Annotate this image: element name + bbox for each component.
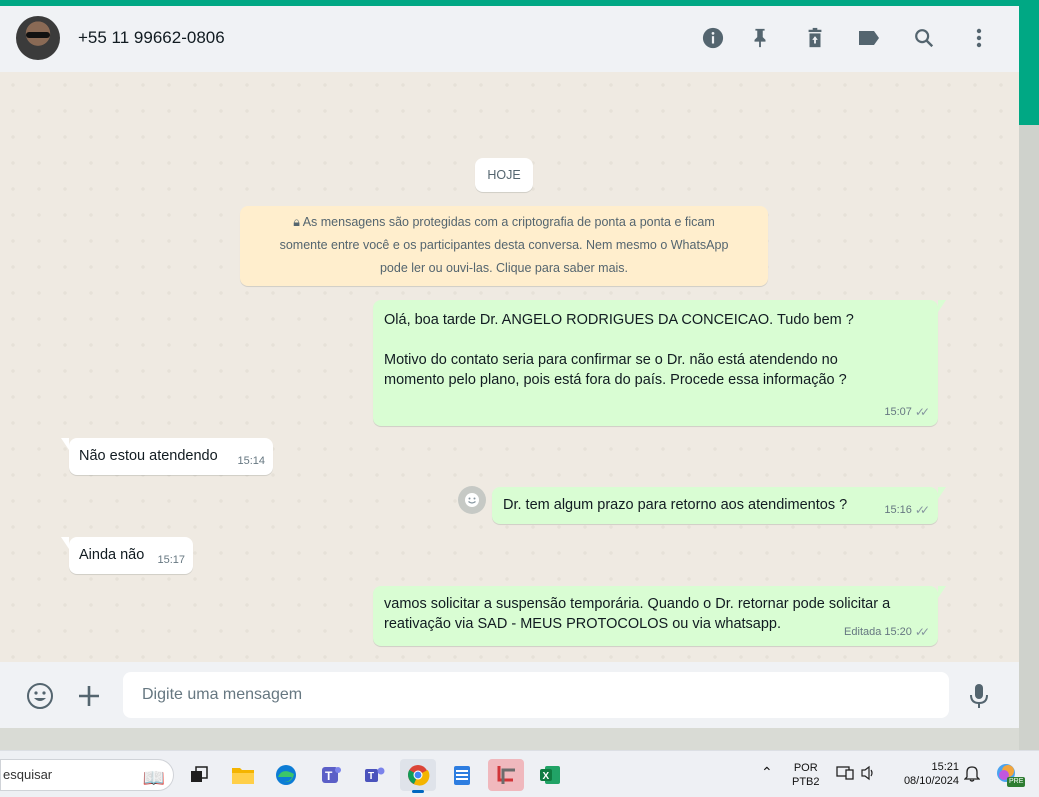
- message-bubble-outgoing[interactable]: Olá, boa tarde Dr. ANGELO RODRIGUES DA C…: [373, 300, 946, 426]
- pin-icon[interactable]: [748, 26, 772, 50]
- tray-overflow-chevron-icon[interactable]: ⌃: [761, 765, 773, 779]
- avatar-glasses: [26, 32, 50, 38]
- language-indicator[interactable]: POR PTB2: [792, 761, 820, 789]
- right-accent-strip: [1019, 0, 1039, 125]
- encryption-line: 🔒︎ As mensagens são protegidas com a cri…: [293, 215, 715, 229]
- message-meta: 15:14: [237, 451, 265, 471]
- notepad-icon[interactable]: [444, 759, 480, 791]
- search-highlight-icon: 📖: [142, 768, 165, 788]
- info-icon[interactable]: [701, 26, 725, 50]
- edge-icon[interactable]: [268, 759, 304, 791]
- message-bubble-incoming[interactable]: Não estou atendendo 15:14: [61, 438, 273, 475]
- contact-name[interactable]: +55 11 99662-0806: [78, 28, 225, 48]
- chat-window: +55 11 99662-0806 HOJE 🔒︎ As mensagens s…: [0, 6, 1019, 728]
- message-bubble-outgoing[interactable]: Dr. tem algum prazo para retorno aos ate…: [492, 487, 946, 524]
- keyboard-layout: PTB2: [792, 776, 820, 788]
- bubble-tail: [938, 487, 946, 499]
- encryption-notice[interactable]: 🔒︎ As mensagens são protegidas com a cri…: [240, 206, 768, 286]
- message-text: Dr. tem algum prazo para retorno aos ate…: [503, 497, 848, 513]
- encryption-line: pode ler ou ouvi-las. Clique para saber …: [379, 261, 629, 275]
- avatar[interactable]: [16, 16, 60, 60]
- chrome-icon[interactable]: [400, 759, 436, 793]
- lock-icon: 🔒︎: [293, 215, 303, 229]
- delete-icon[interactable]: [803, 26, 827, 50]
- bubble-tail: [61, 537, 69, 549]
- svg-text:T: T: [368, 771, 374, 782]
- notification-bell-icon[interactable]: [963, 764, 981, 786]
- right-background: [1019, 125, 1039, 750]
- message-input-box[interactable]: [123, 672, 949, 718]
- teams-classic-icon[interactable]: T: [313, 759, 349, 791]
- message-text: momento pelo plano, pois está fora do pa…: [384, 372, 847, 388]
- message-list[interactable]: HOJE 🔒︎ As mensagens são protegidas com …: [0, 72, 1019, 662]
- chat-header[interactable]: +55 11 99662-0806: [0, 6, 1019, 72]
- taskbar-search-text: esquisar: [3, 767, 53, 782]
- message-text: vamos solicitar a suspensão temporária. …: [384, 596, 891, 612]
- double-check-icon: ✓✓: [914, 405, 930, 419]
- volume-icon[interactable]: [860, 765, 878, 785]
- clock[interactable]: 15:21 08/10/2024: [891, 760, 959, 788]
- encryption-line: somente entre você e os participantes de…: [279, 238, 729, 252]
- message-time: 15:17: [157, 554, 185, 566]
- menu-icon[interactable]: [967, 26, 991, 50]
- message-text: [384, 330, 928, 350]
- message-bubble-incoming[interactable]: Ainda não 15:17: [61, 537, 193, 574]
- message-bubble-outgoing[interactable]: vamos solicitar a suspensão temporária. …: [373, 586, 946, 646]
- microphone-icon[interactable]: [968, 682, 990, 715]
- snipping-tool-icon[interactable]: [488, 759, 524, 791]
- day-separator: HOJE: [475, 158, 533, 192]
- excel-icon[interactable]: X: [532, 759, 568, 791]
- emoji-icon[interactable]: [26, 682, 54, 715]
- bubble-tail: [938, 586, 946, 598]
- language-code: POR: [793, 762, 818, 774]
- react-emoji-icon[interactable]: [458, 486, 486, 514]
- network-icon[interactable]: [836, 765, 854, 785]
- label-icon[interactable]: [857, 26, 881, 50]
- edited-label: Editada: [844, 626, 882, 638]
- compose-bar: [0, 662, 1019, 728]
- file-explorer-icon[interactable]: [225, 759, 261, 791]
- message-text: Motivo do contato seria para confirmar s…: [384, 352, 838, 368]
- message-time: 15:14: [237, 455, 265, 467]
- message-input[interactable]: [123, 672, 949, 718]
- double-check-icon: ✓✓: [914, 503, 930, 517]
- svg-text:X: X: [543, 771, 550, 782]
- task-view-icon[interactable]: [181, 759, 217, 791]
- message-time: 15:20: [884, 626, 912, 638]
- copilot-icon[interactable]: PRE: [995, 762, 1026, 792]
- message-text: Não estou atendendo: [79, 448, 218, 464]
- svg-text:T: T: [325, 769, 333, 783]
- search-icon[interactable]: [912, 26, 936, 50]
- message-time: 15:07: [884, 406, 912, 418]
- bubble-tail: [61, 438, 69, 450]
- clock-time: 15:21: [931, 761, 959, 773]
- teams-icon[interactable]: T: [357, 759, 393, 791]
- taskbar: esquisar 📖 T T X ⌃ POR PTB2 15:21 08/10/: [0, 750, 1039, 797]
- double-check-icon: ✓✓: [914, 625, 930, 639]
- message-text: Olá, boa tarde Dr. ANGELO RODRIGUES DA C…: [384, 312, 854, 328]
- pre-badge: PRE: [1007, 777, 1026, 787]
- message-time: 15:16: [884, 504, 912, 516]
- bubble-tail: [938, 300, 946, 312]
- clock-date: 08/10/2024: [903, 775, 959, 787]
- message-meta: 15:16 ✓✓: [884, 500, 930, 520]
- taskbar-search[interactable]: esquisar 📖: [0, 759, 174, 791]
- message-meta: 15:17: [157, 550, 185, 570]
- attach-plus-icon[interactable]: [77, 684, 101, 713]
- message-meta: Editada 15:20 ✓✓: [844, 622, 930, 642]
- active-indicator: [412, 790, 424, 793]
- message-meta: 15:07 ✓✓: [884, 402, 930, 422]
